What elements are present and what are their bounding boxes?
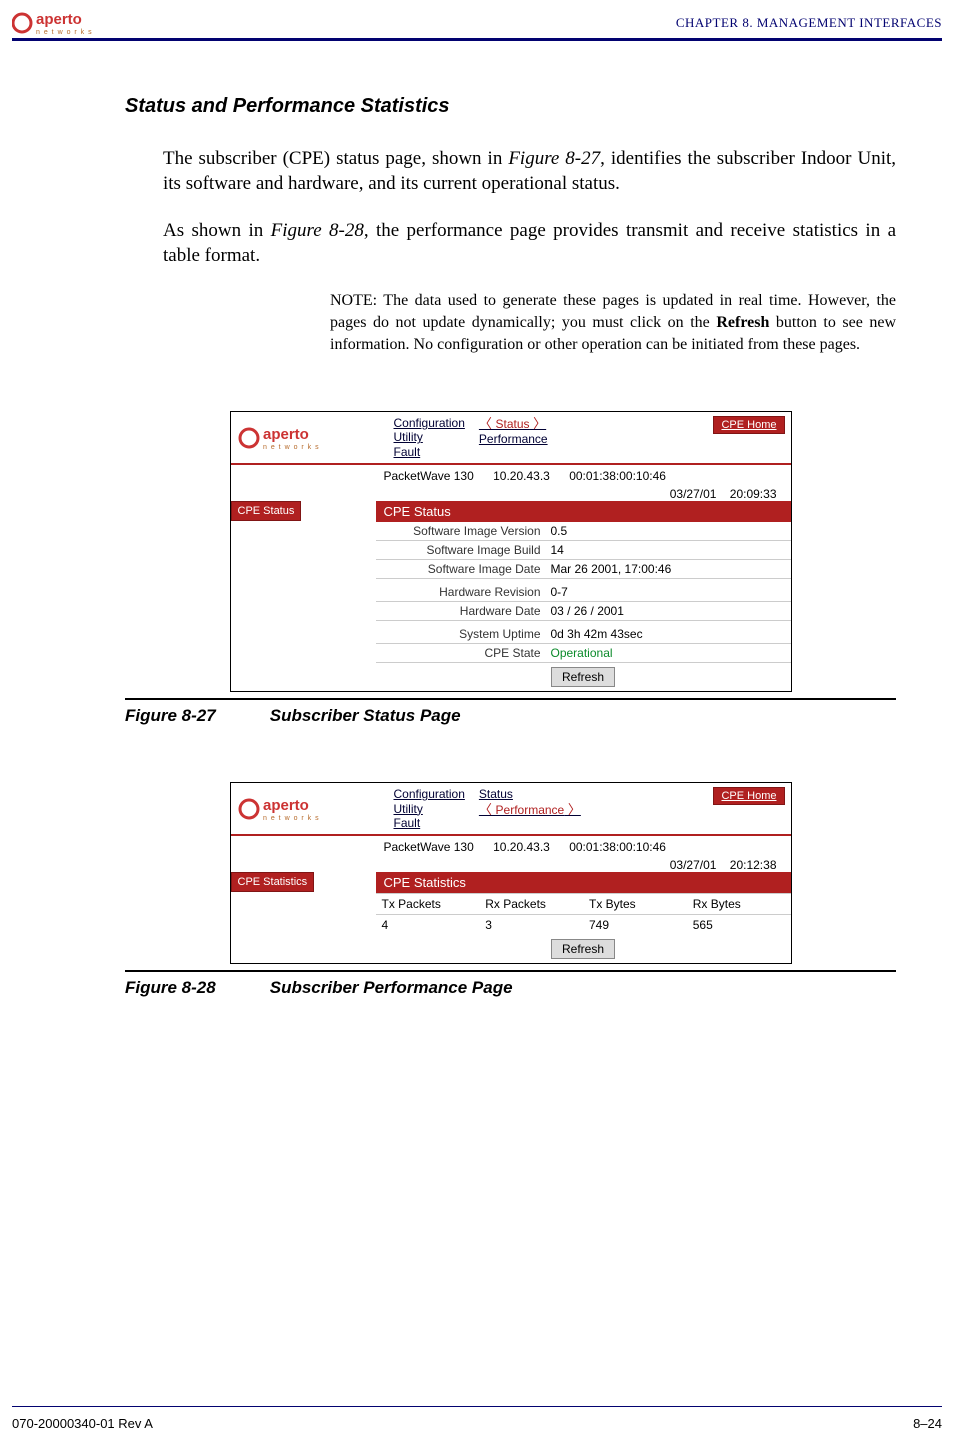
nav-bracket-icon: 〉 [564, 802, 581, 817]
nav-configuration[interactable]: Configuration [394, 416, 465, 430]
row-hw-rev: Hardware Revision0-7 [376, 583, 791, 602]
value-cpe-state: Operational [547, 646, 613, 660]
info-time: 20:09:33 [730, 487, 777, 501]
nav-bracket-icon: 〉 [530, 416, 547, 431]
cpe-home-button[interactable]: CPE Home [713, 416, 784, 434]
paragraph-2: As shown in Figure 8-28, the performance… [163, 218, 896, 268]
side-tab-cpe-status[interactable]: CPE Status [231, 501, 302, 521]
device-info-line: PacketWave 130 10.20.43.3 00:01:38:00:10… [376, 465, 791, 487]
val-tx-packets: 4 [376, 915, 480, 935]
nav-performance[interactable]: Performance [479, 432, 548, 446]
nav-fault[interactable]: Fault [394, 445, 465, 459]
ss-logo: aperto n e t w o r k s [231, 783, 388, 834]
para1-text-a: The subscriber (CPE) status page, shown … [163, 148, 508, 169]
val-rx-packets: 3 [479, 915, 583, 935]
refresh-button[interactable]: Refresh [551, 939, 615, 959]
footer-right: 8–24 [913, 1416, 942, 1431]
row-sw-build: Software Image Build14 [376, 541, 791, 560]
row-hw-date: Hardware Date03 / 26 / 2001 [376, 602, 791, 621]
svg-text:n e t w o r k s: n e t w o r k s [263, 815, 320, 822]
ss-logo: aperto n e t w o r k s [231, 412, 388, 463]
figure-27-number: Figure 8-27 [125, 706, 265, 726]
row-cpe-state: CPE StateOperational [376, 644, 791, 663]
nav-utility[interactable]: Utility [394, 802, 465, 816]
refresh-button[interactable]: Refresh [551, 667, 615, 687]
device-datetime: 03/27/01 20:12:38 [376, 858, 791, 872]
col-rx-bytes: Rx Bytes [687, 894, 791, 914]
info-model: PacketWave 130 [384, 469, 474, 483]
note-bold: Refresh [716, 314, 769, 331]
section-title: Status and Performance Statistics [125, 95, 896, 118]
value-uptime: 0d 3h 42m 43sec [547, 627, 643, 641]
label-cpe-state: CPE State [376, 646, 547, 660]
val-rx-bytes: 565 [687, 915, 791, 935]
value-hw-date: 03 / 26 / 2001 [547, 604, 624, 618]
nav-fault[interactable]: Fault [394, 816, 465, 830]
col-rx-packets: Rx Packets [479, 894, 583, 914]
note: NOTE: The data used to generate these pa… [330, 290, 896, 355]
svg-text:n e t w o r k s: n e t w o r k s [263, 444, 320, 451]
col-tx-bytes: Tx Bytes [583, 894, 687, 914]
svg-text:aperto: aperto [36, 11, 82, 28]
row-uptime: System Uptime0d 3h 42m 43sec [376, 625, 791, 644]
figure-27-caption: Figure 8-27 Subscriber Status Page [125, 706, 896, 726]
logo: aperto n e t w o r k s [12, 10, 122, 36]
figure-27: aperto n e t w o r k s Configuration Uti… [125, 411, 896, 726]
nav-bracket-icon: 〈 [479, 802, 496, 817]
value-sw-version: 0.5 [547, 524, 568, 538]
figure-28-title: Subscriber Performance Page [270, 978, 513, 997]
panel-title: CPE Statistics [376, 872, 791, 893]
label-sw-date: Software Image Date [376, 562, 547, 576]
svg-text:aperto: aperto [263, 426, 309, 443]
val-tx-bytes: 749 [583, 915, 687, 935]
nav-performance[interactable]: Performance [496, 803, 565, 817]
info-model: PacketWave 130 [384, 840, 474, 854]
info-ip: 10.20.43.3 [493, 469, 550, 483]
figure-28-number: Figure 8-28 [125, 978, 265, 998]
nav-utility[interactable]: Utility [394, 430, 465, 444]
value-sw-date: Mar 26 2001, 17:00:46 [547, 562, 672, 576]
info-mac: 00:01:38:00:10:46 [569, 469, 666, 483]
paragraph-1: The subscriber (CPE) status page, shown … [163, 146, 896, 196]
label-hw-rev: Hardware Revision [376, 585, 547, 599]
figure-ref-27: Figure 8-27 [508, 148, 600, 169]
label-hw-date: Hardware Date [376, 604, 547, 618]
device-datetime: 03/27/01 20:09:33 [376, 487, 791, 501]
svg-text:aperto: aperto [263, 797, 309, 814]
figure-28-caption: Figure 8-28 Subscriber Performance Page [125, 978, 896, 998]
info-mac: 00:01:38:00:10:46 [569, 840, 666, 854]
figure-28: aperto n e t w o r k s Configuration Uti… [125, 782, 896, 998]
info-date: 03/27/01 [670, 487, 717, 501]
info-time: 20:12:38 [730, 858, 777, 872]
footer-left: 070-20000340-01 Rev A [12, 1416, 153, 1431]
info-ip: 10.20.43.3 [493, 840, 550, 854]
figure-27-title: Subscriber Status Page [270, 706, 461, 725]
row-sw-date: Software Image DateMar 26 2001, 17:00:46 [376, 560, 791, 579]
header-rule [12, 38, 942, 41]
chapter-label: CHAPTER 8. MANAGEMENT INTERFACES [676, 15, 942, 31]
footer-rule [12, 1406, 942, 1407]
panel-title: CPE Status [376, 501, 791, 522]
para2-text-a: As shown in [163, 220, 271, 241]
stats-value-row: 4 3 749 565 [376, 915, 791, 935]
nav-configuration[interactable]: Configuration [394, 787, 465, 801]
value-sw-build: 14 [547, 543, 564, 557]
value-hw-rev: 0-7 [547, 585, 568, 599]
nav-status[interactable]: Status [479, 787, 581, 801]
stats-header-row: Tx Packets Rx Packets Tx Bytes Rx Bytes [376, 893, 791, 915]
nav-bracket-icon: 〈 [479, 416, 496, 431]
info-date: 03/27/01 [670, 858, 717, 872]
cpe-home-button[interactable]: CPE Home [713, 787, 784, 805]
label-uptime: System Uptime [376, 627, 547, 641]
label-sw-version: Software Image Version [376, 524, 547, 538]
device-info-line: PacketWave 130 10.20.43.3 00:01:38:00:10… [376, 836, 791, 858]
col-tx-packets: Tx Packets [376, 894, 480, 914]
nav-status[interactable]: Status [496, 417, 530, 431]
side-tab-cpe-statistics[interactable]: CPE Statistics [231, 872, 315, 892]
row-sw-version: Software Image Version0.5 [376, 522, 791, 541]
svg-text:n e t w o r k s: n e t w o r k s [36, 29, 93, 36]
figure-ref-28: Figure 8-28 [271, 220, 364, 241]
label-sw-build: Software Image Build [376, 543, 547, 557]
